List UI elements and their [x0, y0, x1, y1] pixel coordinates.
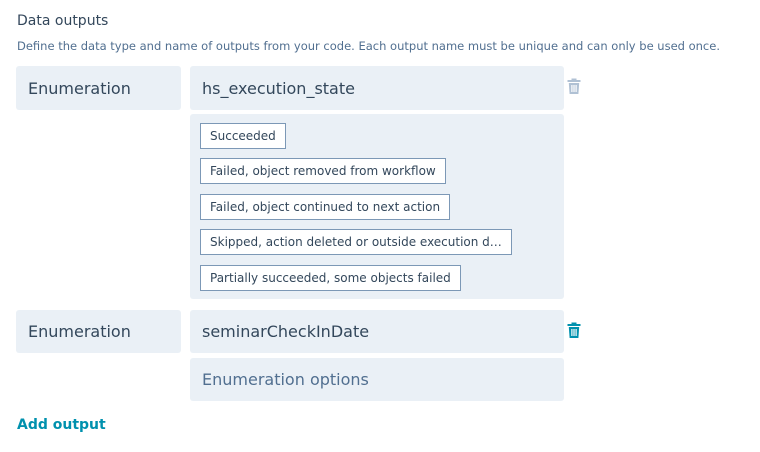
option-chip[interactable]: Failed, object continued to next action: [200, 194, 451, 220]
trash-icon[interactable]: [567, 321, 581, 339]
option-chip[interactable]: Failed, object removed from workflow: [200, 158, 446, 184]
output-2-options-input[interactable]: Enumeration options: [190, 358, 564, 401]
output-2-type-select[interactable]: Enumeration: [16, 310, 181, 353]
option-chip[interactable]: Partially succeeded, some objects failed: [200, 265, 461, 291]
option-chip[interactable]: Succeeded: [200, 123, 286, 149]
output-1-name-input[interactable]: hs_execution_state: [190, 66, 564, 110]
output-1-type-select[interactable]: Enumeration: [16, 66, 181, 110]
trash-icon[interactable]: [567, 77, 581, 95]
data-outputs-description: Define the data type and name of outputs…: [17, 39, 720, 53]
add-output-button[interactable]: Add output: [17, 417, 106, 433]
data-outputs-title: Data outputs: [17, 13, 109, 29]
output-2-name-input[interactable]: seminarCheckInDate: [190, 310, 564, 353]
output-1-options: Succeeded Failed, object removed from wo…: [190, 114, 564, 299]
option-chip[interactable]: Skipped, action deleted or outside execu…: [200, 229, 512, 255]
